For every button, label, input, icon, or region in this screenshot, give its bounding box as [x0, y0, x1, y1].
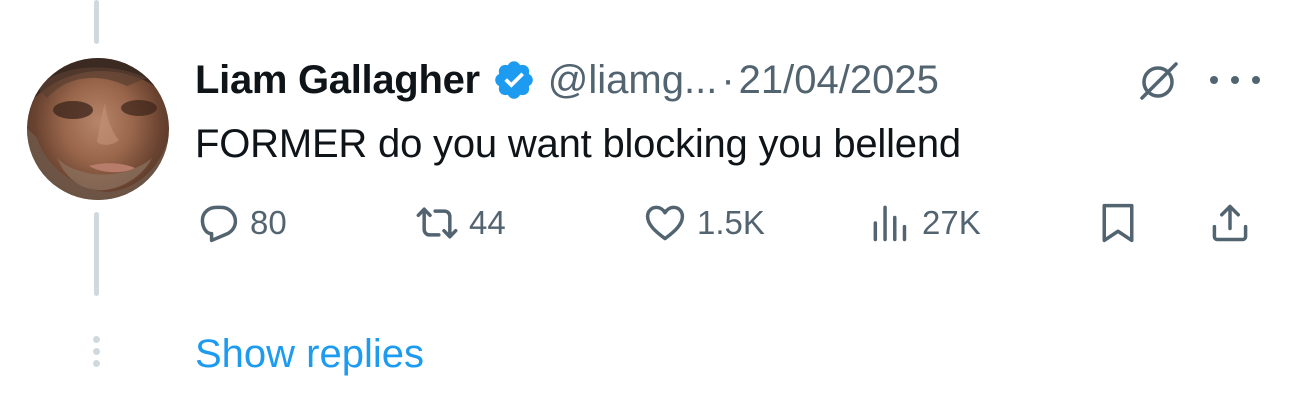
repost-icon	[416, 207, 458, 239]
more-icon[interactable]	[1210, 62, 1260, 98]
views-icon	[873, 205, 907, 242]
bookmark-icon	[1102, 203, 1134, 243]
reply-count: 80	[250, 204, 287, 241]
share-button[interactable]	[1208, 200, 1252, 246]
share-icon	[1212, 204, 1248, 242]
thread-line-bottom	[94, 212, 99, 296]
verified-badge-icon[interactable]	[492, 58, 536, 102]
tweet-header: Liam Gallagher @liamg... · 21/04/2025	[195, 54, 939, 106]
author-handle[interactable]: @liamg...	[548, 58, 718, 103]
author-name[interactable]: Liam Gallagher	[195, 58, 480, 103]
avatar[interactable]	[27, 58, 169, 200]
views-button[interactable]: 27K	[868, 200, 981, 246]
show-replies-link[interactable]: Show replies	[195, 332, 424, 377]
thread-more-dots	[93, 336, 101, 372]
heart-icon	[645, 205, 685, 241]
like-count: 1.5K	[697, 204, 765, 241]
grok-icon[interactable]	[1136, 58, 1182, 104]
reply-icon	[200, 205, 238, 243]
repost-button[interactable]: 44	[415, 200, 506, 246]
tweet-date[interactable]: 21/04/2025	[739, 58, 939, 103]
tweet-container[interactable]: Liam Gallagher @liamg... · 21/04/2025 FO…	[0, 0, 1290, 400]
bookmark-button[interactable]	[1096, 200, 1140, 246]
repost-count: 44	[469, 204, 506, 241]
tweet-text: FORMER do you want blocking you bellend	[195, 122, 961, 166]
thread-line-top	[94, 0, 99, 44]
header-separator: ·	[721, 57, 735, 102]
reply-button[interactable]: 80	[196, 200, 287, 246]
like-button[interactable]: 1.5K	[643, 200, 765, 246]
views-count: 27K	[922, 204, 981, 241]
